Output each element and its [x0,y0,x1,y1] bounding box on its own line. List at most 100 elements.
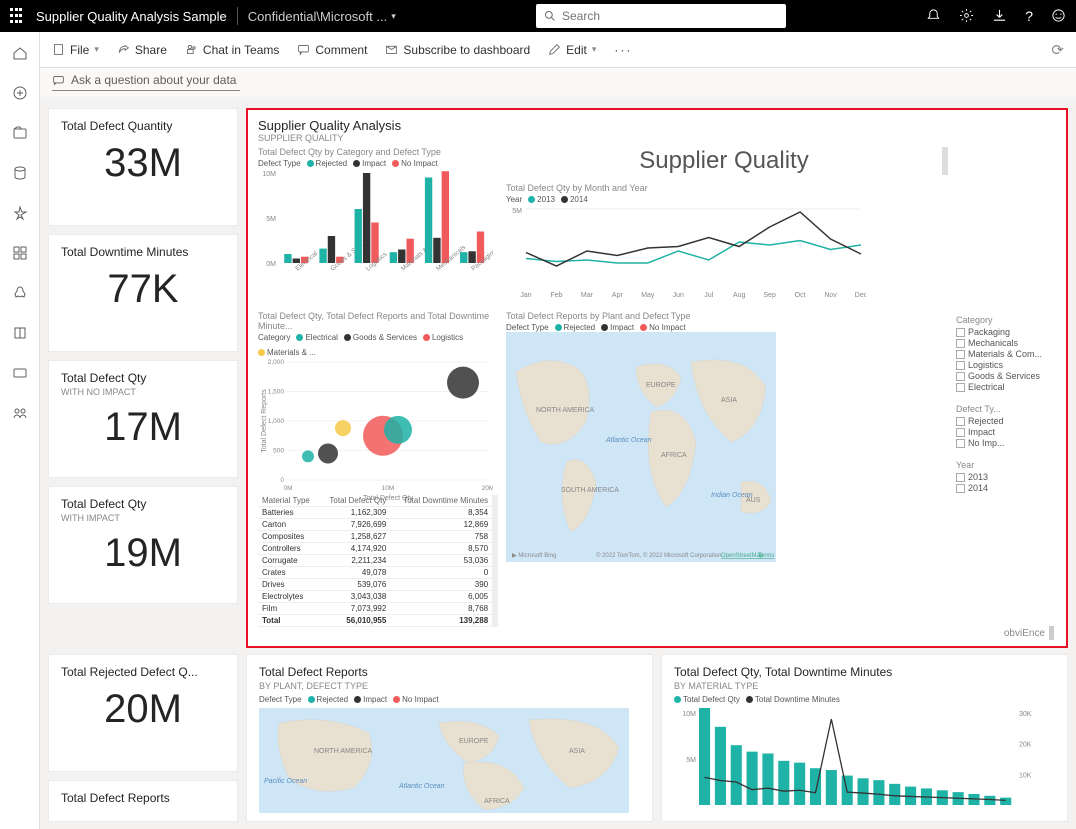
svg-text:5M: 5M [512,208,522,215]
table-scrollbar[interactable] [492,495,498,627]
report-subtitle: SUPPLIER QUALITY [258,133,1056,143]
svg-text:Terms: Terms [758,553,774,559]
nav-metrics-icon[interactable] [11,204,29,222]
kpi-downtime[interactable]: Total Downtime Minutes 77K [48,234,238,352]
nav-workspaces-icon[interactable] [11,364,29,382]
svg-text:10K: 10K [1019,772,1032,779]
report-pin-tile[interactable]: Supplier Quality Analysis SUPPLIER QUALI… [246,108,1068,648]
svg-text:5M: 5M [686,757,696,764]
svg-text:NORTH AMERICA: NORTH AMERICA [314,748,373,755]
data-table[interactable]: Material TypeTotal Defect QtyTotal Downt… [258,495,498,655]
notifications-icon[interactable] [926,8,941,24]
kpi-with-impact[interactable]: Total Defect Qty WITH IMPACT 19M [48,486,238,604]
svg-text:Jun: Jun [673,292,684,299]
nav-create-icon[interactable] [11,84,29,102]
bar-chart-category[interactable]: Total Defect Qty by Category and Defect … [258,147,498,307]
slicer-item[interactable]: 2013 [956,472,1056,482]
refresh-icon[interactable]: ⟳ [1051,41,1064,59]
dashboard-title: Supplier Quality Analysis Sample [36,9,227,24]
slicer-item[interactable]: Impact [956,427,1056,437]
svg-text:Indian Ocean: Indian Ocean [711,492,753,499]
slicer-item[interactable]: Mechanicals [956,338,1056,348]
svg-text:0M: 0M [283,485,292,492]
global-search[interactable] [536,4,786,28]
qna-box[interactable]: Ask a question about your data [52,73,240,91]
svg-text:▶ Microsoft Bing: ▶ Microsoft Bing [512,553,556,559]
kpi-reports[interactable]: Total Defect Reports [48,780,238,822]
svg-text:500: 500 [273,448,284,455]
nav-home-icon[interactable] [11,44,29,62]
svg-text:Materials & C...: Materials & C... [400,238,439,272]
svg-text:Atlantic Ocean: Atlantic Ocean [605,437,652,444]
svg-text:1,500: 1,500 [268,389,285,396]
brand-label: obviEnce [1004,626,1054,640]
edit-menu[interactable]: Edit▾ [548,43,596,57]
slicer-item[interactable]: Logistics [956,360,1056,370]
file-menu[interactable]: File▾ [52,43,99,57]
svg-text:SOUTH AMERICA: SOUTH AMERICA [561,487,619,494]
svg-text:20K: 20K [1019,742,1032,749]
svg-text:© 2022 TomTom, © 2022 Microsof: © 2022 TomTom, © 2022 Microsoft Corporat… [596,552,721,559]
slicer-handle-icon[interactable] [942,147,948,175]
line-chart-month[interactable]: Total Defect Qty by Month and Year Year … [506,183,948,307]
svg-text:AFRICA: AFRICA [661,452,687,459]
app-launcher-icon[interactable] [10,8,26,24]
svg-text:NORTH AMERICA: NORTH AMERICA [536,407,595,414]
bar-tile-bottom[interactable]: Total Defect Qty, Total Downtime Minutes… [661,654,1068,822]
slicer-item[interactable]: Packaging [956,327,1056,337]
map-tile-bottom[interactable]: Total Defect Reports BY PLANT, DEFECT TY… [246,654,653,822]
slicer-item[interactable]: Electrical [956,382,1056,392]
svg-text:2,000: 2,000 [268,359,285,366]
download-icon[interactable] [992,8,1007,24]
nav-myworkspace-icon[interactable] [11,404,29,422]
nav-learn-icon[interactable] [11,324,29,342]
slicer-item[interactable]: No Imp... [956,438,1056,448]
share-button[interactable]: Share [117,43,167,57]
qna-placeholder: Ask a question about your data [71,73,236,87]
help-icon[interactable]: ? [1025,8,1033,24]
svg-text:Total Defect Reports: Total Defect Reports [261,389,268,453]
svg-text:AFRICA: AFRICA [484,798,510,805]
nav-datahub-icon[interactable] [11,164,29,182]
svg-text:May: May [641,292,655,299]
svg-text:0M: 0M [266,261,276,268]
svg-text:Jan: Jan [520,292,531,299]
settings-icon[interactable] [959,8,974,24]
report-title: Supplier Quality Analysis [258,118,1056,133]
slicer-item[interactable]: Materials & Com... [956,349,1056,359]
svg-text:Oct: Oct [795,292,806,299]
teams-button[interactable]: Chat in Teams [185,43,279,57]
svg-text:10M: 10M [382,485,395,492]
feedback-icon[interactable] [1051,8,1066,24]
scatter-chart[interactable]: Total Defect Qty, Total Defect Reports a… [258,311,498,491]
slicer-item[interactable]: 2014 [956,483,1056,493]
svg-text:20M: 20M [482,485,493,492]
nav-apps-icon[interactable] [11,244,29,262]
report-big-title: Supplier Quality [506,147,942,175]
more-menu[interactable]: ··· [614,43,632,57]
kpi-rejected[interactable]: Total Rejected Defect Q... 20M [48,654,238,772]
svg-text:10M: 10M [682,711,696,718]
svg-text:Nov: Nov [824,292,837,299]
map-visual[interactable]: Total Defect Reports by Plant and Defect… [506,311,948,655]
kpi-defect-qty[interactable]: Total Defect Quantity 33M [48,108,238,226]
comment-button[interactable]: Comment [297,43,367,57]
kpi-no-impact[interactable]: Total Defect Qty WITH NO IMPACT 17M [48,360,238,478]
svg-text:Aug: Aug [733,292,746,299]
subscribe-button[interactable]: Subscribe to dashboard [385,43,530,57]
svg-text:0: 0 [280,477,284,484]
sensitivity-label[interactable]: Confidential\Microsoft ...▾ [248,9,396,24]
svg-text:Atlantic Ocean: Atlantic Ocean [398,783,445,790]
svg-text:5M: 5M [266,216,276,223]
nav-browse-icon[interactable] [11,124,29,142]
slicer-item[interactable]: Rejected [956,416,1056,426]
svg-text:10M: 10M [262,171,276,178]
svg-text:ASIA: ASIA [721,397,737,404]
svg-text:Feb: Feb [550,292,562,299]
svg-text:EUROPE: EUROPE [459,738,489,745]
nav-deploy-icon[interactable] [11,284,29,302]
search-input[interactable] [562,9,778,23]
svg-text:ASIA: ASIA [569,748,585,755]
slicer-item[interactable]: Goods & Services [956,371,1056,381]
svg-text:Jul: Jul [704,292,713,299]
